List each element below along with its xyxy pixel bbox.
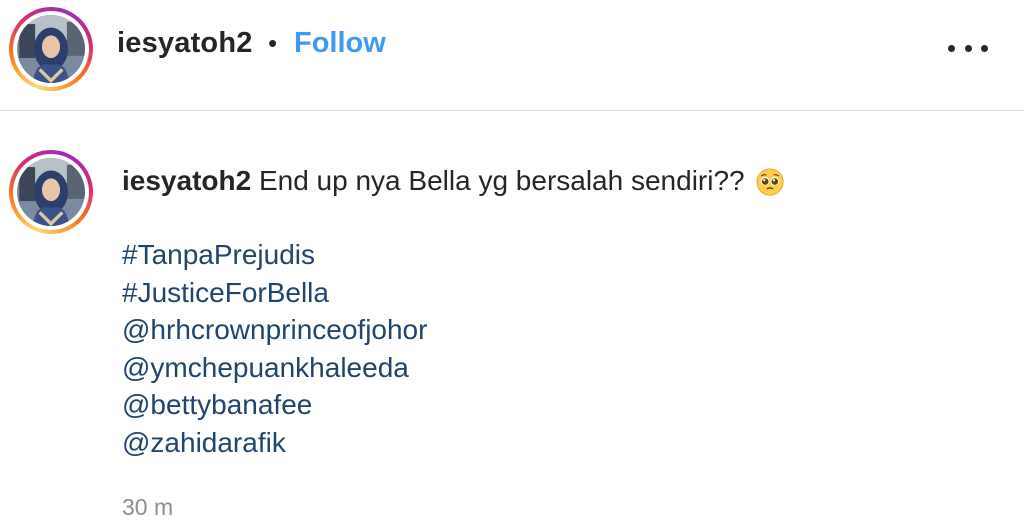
mention-link[interactable]: @zahidarafik	[122, 424, 427, 462]
follow-button[interactable]: Follow	[294, 27, 386, 60]
pleading-face-icon	[756, 168, 784, 196]
profile-photo-icon	[17, 15, 85, 83]
header-username[interactable]: iesyatoh2	[117, 27, 253, 60]
post-timestamp[interactable]: 30 m	[122, 494, 173, 521]
caption-username[interactable]: iesyatoh2	[122, 165, 251, 196]
mention-link[interactable]: @bettybanafee	[122, 386, 427, 424]
hashtag-link[interactable]: #TanpaPrejudis	[122, 236, 427, 274]
mention-link[interactable]: @hrhcrownprinceofjohor	[122, 311, 427, 349]
caption-tags: #TanpaPrejudis #JusticeForBella @hrhcrow…	[122, 236, 427, 461]
caption-avatar[interactable]	[9, 150, 93, 234]
profile-photo-icon	[17, 158, 85, 226]
hashtag-link[interactable]: #JusticeForBella	[122, 274, 427, 312]
more-options-icon[interactable]	[948, 36, 988, 60]
caption-text: iesyatoh2 End up nya Bella yg bersalah s…	[122, 162, 1002, 199]
caption-body: End up nya Bella yg bersalah sendiri??	[258, 165, 745, 196]
post-header: iesyatoh2 • Follow	[0, 0, 1024, 111]
mention-link[interactable]: @ymchepuankhaleeda	[122, 349, 427, 387]
header-avatar[interactable]	[9, 7, 93, 91]
separator-dot: •	[268, 28, 278, 58]
